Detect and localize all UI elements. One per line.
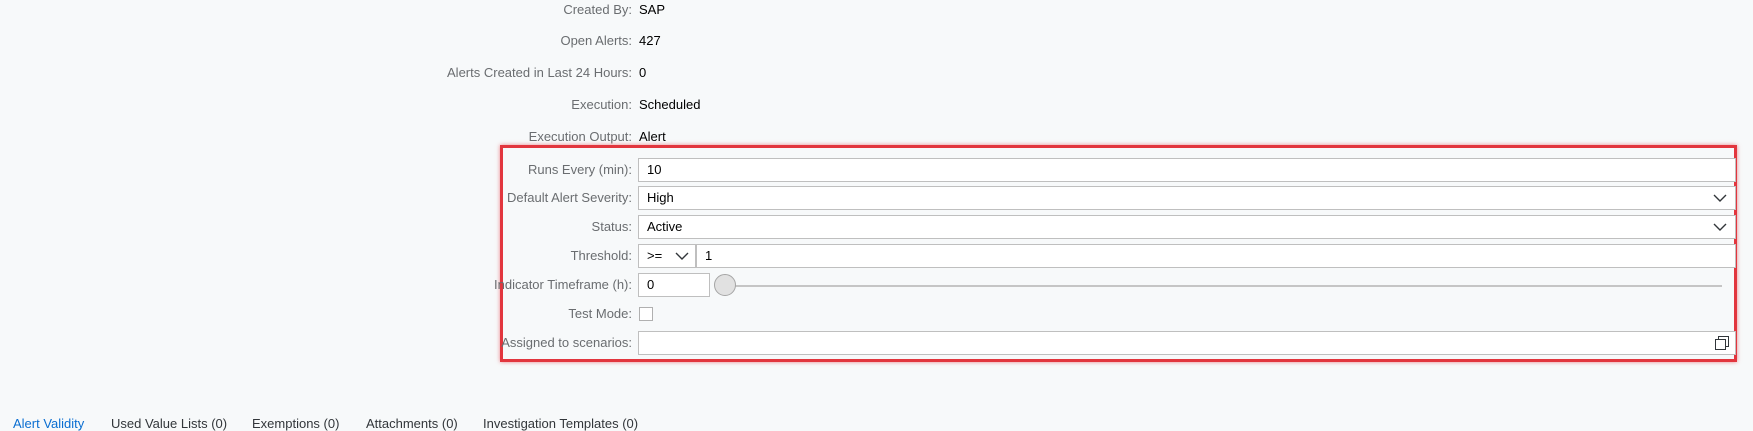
tab-used-value-lists[interactable]: Used Value Lists (0): [111, 416, 227, 431]
tab-attachments[interactable]: Attachments (0): [366, 416, 458, 431]
chevron-down-icon[interactable]: [1713, 193, 1727, 203]
chevron-down-icon[interactable]: [675, 251, 689, 261]
scenarios-input[interactable]: [638, 331, 1736, 355]
runs-every-row: Runs Every (min): 10: [0, 157, 1753, 183]
test-mode-checkbox[interactable]: [639, 307, 653, 321]
value-help-icon[interactable]: [1715, 336, 1729, 350]
alerts-24h-value: 0: [639, 65, 647, 80]
status-row: Status: Active: [0, 214, 1753, 240]
test-mode-label: Test Mode:: [568, 306, 632, 321]
severity-select-value: High: [647, 190, 674, 205]
execution-label: Execution:: [571, 97, 632, 112]
timeframe-slider-handle[interactable]: [714, 274, 736, 296]
timeframe-slider-track[interactable]: [720, 285, 1722, 287]
threshold-value-input[interactable]: 1: [696, 244, 1736, 268]
severity-label: Default Alert Severity:: [507, 190, 632, 205]
tab-alert-validity[interactable]: Alert Validity: [13, 416, 84, 431]
scenarios-row: Assigned to scenarios:: [0, 330, 1753, 356]
page: Created By: SAP Open Alerts: 427 Alerts …: [0, 0, 1753, 431]
severity-row: Default Alert Severity: High: [0, 185, 1753, 211]
open-alerts-value: 427: [639, 33, 661, 48]
threshold-row: Threshold: >= 1: [0, 243, 1753, 269]
tab-bar: Alert Validity Used Value Lists (0) Exem…: [0, 416, 1753, 431]
severity-select[interactable]: High: [638, 186, 1736, 210]
runs-every-input[interactable]: 10: [638, 158, 1736, 182]
scenarios-label: Assigned to scenarios:: [501, 335, 632, 350]
status-select-value: Active: [647, 219, 683, 234]
tab-exemptions[interactable]: Exemptions (0): [252, 416, 339, 431]
execution-value: Scheduled: [639, 97, 701, 112]
threshold-label: Threshold:: [570, 248, 632, 263]
alerts-24h-label: Alerts Created in Last 24 Hours:: [447, 65, 632, 80]
execution-output-label: Execution Output:: [528, 129, 632, 144]
status-select[interactable]: Active: [638, 215, 1736, 239]
threshold-operator-value: >=: [647, 248, 663, 263]
created-by-value: SAP: [639, 2, 666, 17]
timeframe-row: Indicator Timeframe (h): 0: [0, 272, 1753, 298]
open-alerts-label: Open Alerts:: [560, 33, 632, 48]
status-label: Status:: [591, 219, 632, 234]
execution-output-value: Alert: [639, 129, 666, 144]
timeframe-input[interactable]: 0: [638, 273, 710, 297]
threshold-operator-select[interactable]: >=: [638, 244, 696, 268]
timeframe-label: Indicator Timeframe (h):: [494, 277, 632, 292]
test-mode-row: Test Mode:: [0, 301, 1753, 327]
created-by-label: Created By:: [563, 2, 632, 17]
tab-investigation-templates[interactable]: Investigation Templates (0): [483, 416, 638, 431]
chevron-down-icon[interactable]: [1713, 222, 1727, 232]
runs-every-label: Runs Every (min):: [527, 162, 632, 177]
